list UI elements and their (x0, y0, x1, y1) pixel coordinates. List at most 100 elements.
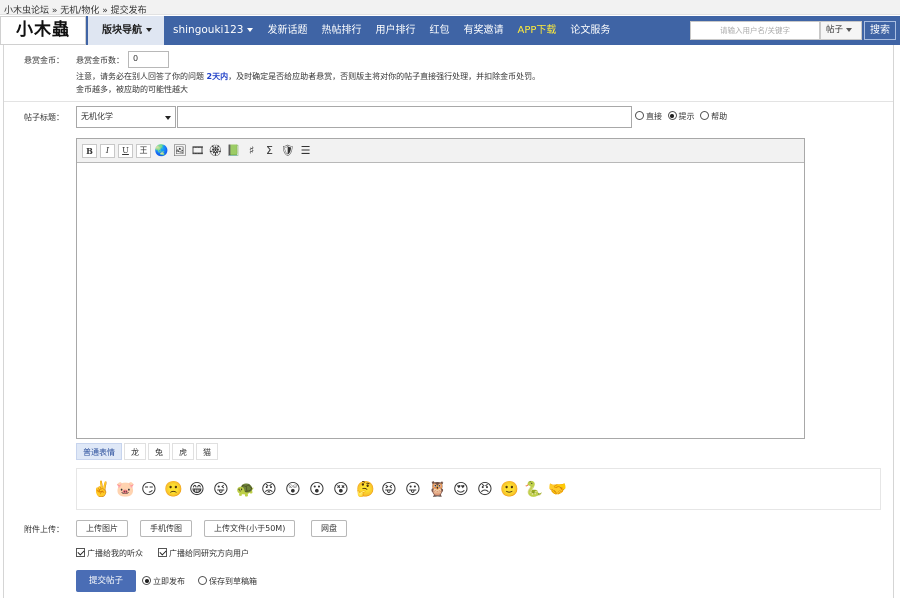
upload-file-button[interactable]: 上传文件(小于50M) (204, 520, 296, 537)
emoticon-surprise-icon[interactable]: 😮 (308, 480, 326, 498)
underline-button[interactable]: U (118, 144, 133, 158)
emoticon-handshake-icon[interactable]: 🤝 (548, 480, 567, 498)
emoticon-snake-icon[interactable]: 🐍 (524, 480, 543, 498)
breadcrumb-forum[interactable]: 无机/物化 (60, 6, 99, 16)
emoticon-frown-icon[interactable]: 🙁 (164, 480, 183, 498)
broadcast-research-label: 广播给同研究方向用户 (169, 549, 249, 558)
radio-icon (635, 111, 644, 120)
chevron-down-icon (165, 116, 171, 120)
post-editor: B I U 王 🌏 🖼 🎞 🏵 📗 ♯ Σ 🛡 ☰ (76, 138, 805, 439)
emoticon-owl-icon[interactable]: 🦉 (428, 480, 447, 498)
emoticon-tab-rabbit[interactable]: 兔 (148, 443, 170, 460)
emoticon-silly-icon[interactable]: 😛 (404, 480, 422, 498)
breadcrumb-home[interactable]: 小木虫论坛 (4, 6, 49, 16)
reward-coin-input[interactable]: 0 (128, 51, 169, 68)
emoticon-victory-icon[interactable]: ✌️ (92, 480, 111, 498)
emoticon-turtle-icon[interactable]: 🐢 (236, 480, 255, 498)
mode-direct-label: 直接 (646, 112, 662, 121)
emoticon-tab-tiger[interactable]: 虎 (172, 443, 194, 460)
submit-post-button[interactable]: 提交帖子 (76, 570, 136, 592)
reward-note: 注意，请务必在别人回答了你的问题 2天内，及时确定是否给应助者悬赏，否则版主将对… (76, 71, 540, 82)
insert-code-icon[interactable]: ♯ (244, 144, 259, 158)
insert-hide-icon[interactable]: 🛡 (280, 144, 295, 158)
category-value: 无机化学 (81, 112, 113, 121)
breadcrumb-sep: » (102, 6, 108, 16)
checkbox-checked-icon (158, 548, 167, 557)
site-logo[interactable]: 小木蟲 (0, 16, 86, 45)
search-input[interactable]: 请输入用户名/关键字 (690, 21, 820, 40)
emoticon-grin-icon[interactable]: 😁 (188, 480, 206, 498)
broadcast-research-checkbox[interactable]: 广播给同研究方向用户 (158, 548, 249, 559)
section-divider (4, 101, 893, 102)
upload-image-button[interactable]: 上传图片 (76, 520, 128, 537)
reward-count-label: 悬赏金币数： (76, 56, 124, 65)
insert-table-icon[interactable]: 🏵 (208, 144, 223, 158)
insert-formula-icon[interactable]: Σ (262, 144, 277, 158)
broadcast-listeners-checkbox[interactable]: 广播给我的听众 (76, 548, 143, 559)
globe-link-icon[interactable]: 🌏 (154, 144, 169, 158)
reward-label: 悬赏金币： (24, 56, 64, 65)
emoticon-tab-normal[interactable]: 普通表情 (76, 443, 122, 460)
nav-user-name: shingouki123 (173, 24, 244, 36)
nav-user-menu[interactable]: shingouki123 (166, 16, 260, 45)
emoticon-tab-dragon[interactable]: 龙 (124, 443, 146, 460)
list-icon[interactable]: ☰ (298, 144, 313, 158)
nav-invite[interactable]: 有奖邀请 (456, 16, 510, 45)
post-title-input[interactable] (177, 106, 632, 128)
strikethrough-button[interactable]: 王 (136, 144, 151, 158)
nav-red-packet[interactable]: 红包 (422, 16, 456, 45)
netdisk-button[interactable]: 网盘 (311, 520, 347, 537)
broadcast-listeners-label: 广播给我的听众 (87, 549, 143, 558)
mode-hint-label: 提示 (678, 112, 695, 121)
emoticon-dizzy-icon[interactable]: 😵 (332, 480, 350, 498)
emoticon-think-icon[interactable]: 🤔 (356, 480, 375, 498)
reward-note-suffix: ，及时确定是否给应助者悬赏，否则版主将对你的帖子直接强行处理，并扣除金币处罚。 (228, 72, 541, 81)
checkbox-checked-icon (76, 548, 85, 557)
emoticon-tongue-icon[interactable]: 😝 (380, 480, 398, 498)
category-select[interactable]: 无机化学 (76, 106, 176, 128)
search-scope-label: 帖子 (826, 25, 844, 35)
board-nav-dropdown[interactable]: 版块导航 (88, 16, 164, 45)
attach-label: 附件上传： (24, 525, 64, 534)
nav-app-download[interactable]: APP下载 (510, 16, 563, 45)
emoticon-angry-icon[interactable]: 😡 (260, 480, 278, 498)
emoticon-smirk-icon[interactable]: 😏 (140, 480, 158, 498)
editor-content-area[interactable] (77, 164, 804, 438)
publish-now-radio[interactable]: 立即发布 (142, 576, 185, 587)
emoticon-love-icon[interactable]: 😍 (452, 480, 470, 498)
save-draft-radio[interactable]: 保存到草稿箱 (198, 576, 257, 587)
emoticon-tab-cat[interactable]: 猫 (196, 443, 218, 460)
search-button[interactable]: 搜索 (864, 21, 896, 40)
mode-direct-radio[interactable]: 直接 (635, 111, 662, 121)
insert-file-icon[interactable]: 📗 (226, 144, 241, 158)
nav-paper-service[interactable]: 论文服务 (563, 16, 617, 45)
insert-media-icon[interactable]: 🎞 (190, 144, 205, 158)
post-mode-radios: 直接 提示 帮助 (635, 111, 730, 122)
editor-toolbar: B I U 王 🌏 🖼 🎞 🏵 📗 ♯ Σ 🛡 ☰ (77, 139, 804, 163)
radio-icon (198, 576, 207, 585)
mode-help-radio[interactable]: 帮助 (700, 111, 727, 121)
publish-now-label: 立即发布 (153, 577, 185, 586)
top-navbar: 小木蟲 版块导航 shingouki123 发新话题 热帖排行 用户排行 红包 … (0, 16, 900, 45)
emoticon-smile-icon[interactable]: 🙂 (500, 480, 519, 498)
bold-button[interactable]: B (82, 144, 97, 158)
reward-note-2: 金币越多，被应助的可能性越大 (76, 85, 188, 94)
chevron-down-icon (247, 28, 254, 32)
breadcrumb: 小木虫论坛 » 无机/物化 » 提交发布 (0, 0, 900, 16)
nav-hot-posts[interactable]: 热帖排行 (314, 16, 368, 45)
nav-new-topic[interactable]: 发新话题 (260, 16, 314, 45)
reward-note-prefix: 注意，请务必在别人回答了你的问题 (76, 72, 207, 81)
nav-user-rank[interactable]: 用户排行 (368, 16, 422, 45)
mobile-upload-button[interactable]: 手机传图 (140, 520, 192, 537)
search-scope-select[interactable]: 帖子 (820, 21, 862, 40)
insert-image-icon[interactable]: 🖼 (172, 144, 187, 158)
italic-button[interactable]: I (100, 144, 115, 158)
emoticon-mad-icon[interactable]: 😠 (476, 480, 494, 498)
emoticon-pig-icon[interactable]: 🐷 (116, 480, 135, 498)
emoticon-wink-tongue-icon[interactable]: 😜 (212, 480, 230, 498)
save-draft-label: 保存到草稿箱 (209, 577, 257, 586)
emoticon-shock-icon[interactable]: 😲 (284, 480, 302, 498)
nav-links: shingouki123 发新话题 热帖排行 用户排行 红包 有奖邀请 APP下… (166, 16, 617, 45)
mode-hint-radio[interactable]: 提示 (667, 111, 695, 121)
breadcrumb-current: 提交发布 (110, 6, 147, 16)
